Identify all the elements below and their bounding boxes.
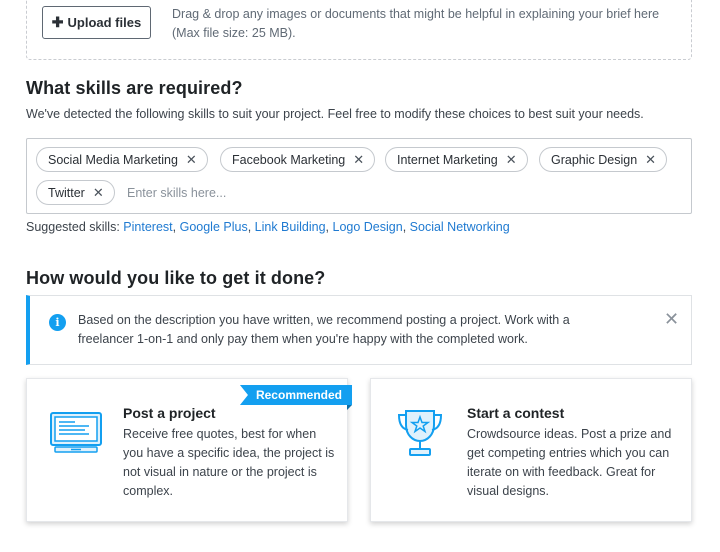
- remove-skill-icon[interactable]: ✕: [353, 153, 364, 166]
- monitor-icon: [50, 412, 102, 453]
- info-text: Based on the description you have writte…: [78, 313, 570, 346]
- trophy-icon: [397, 410, 443, 456]
- suggested-skill-link[interactable]: Social Networking: [410, 220, 510, 234]
- upload-hint: Drag & drop any images or documents that…: [172, 7, 660, 40]
- suggested-skills-label: Suggested skills:: [26, 220, 120, 234]
- skill-chip: Social Media Marketing ✕: [36, 147, 208, 172]
- suggested-skills: Suggested skills: Pinterest, Google Plus…: [26, 220, 510, 234]
- suggested-skill-link[interactable]: Logo Design: [333, 220, 403, 234]
- recommended-badge: Recommended: [239, 385, 352, 405]
- recommendation-info-box: i Based on the description you have writ…: [26, 295, 692, 365]
- plus-icon: ✚: [51, 14, 64, 30]
- skills-subtext: We've detected the following skills to s…: [26, 107, 644, 121]
- post-project-card[interactable]: Recommended Post a project Receive free …: [26, 378, 352, 522]
- skill-chip-label: Internet Marketing: [397, 152, 498, 167]
- skill-chip-label: Facebook Marketing: [232, 152, 346, 167]
- skill-chip: Graphic Design ✕: [539, 147, 668, 172]
- suggested-skill-link[interactable]: Pinterest: [123, 220, 172, 234]
- skills-input-box[interactable]: Social Media Marketing ✕ Facebook Market…: [26, 138, 692, 214]
- ribbon-fold: [347, 405, 352, 410]
- card-title: Post a project: [123, 405, 216, 421]
- remove-skill-icon[interactable]: ✕: [93, 186, 104, 199]
- skills-heading: What skills are required?: [26, 78, 243, 98]
- start-contest-card[interactable]: Start a contest Crowdsource ideas. Post …: [370, 378, 692, 522]
- remove-skill-icon[interactable]: ✕: [645, 153, 656, 166]
- skill-chip: Facebook Marketing ✕: [220, 147, 376, 172]
- skill-search-input[interactable]: [125, 183, 425, 203]
- card-description: Receive free quotes, best for when you h…: [123, 427, 335, 498]
- remove-skill-icon[interactable]: ✕: [506, 153, 517, 166]
- skill-chip: Internet Marketing ✕: [385, 147, 528, 172]
- card-title: Start a contest: [467, 405, 565, 421]
- suggested-skill-link[interactable]: Link Building: [255, 220, 326, 234]
- skill-chip-label: Twitter: [48, 185, 85, 200]
- skill-chip-label: Social Media Marketing: [48, 152, 178, 167]
- upload-files-label: Upload files: [67, 15, 142, 30]
- close-icon[interactable]: ✕: [664, 310, 679, 328]
- remove-skill-icon[interactable]: ✕: [186, 153, 197, 166]
- suggested-skill-link[interactable]: Google Plus: [180, 220, 248, 234]
- card-description: Crowdsource ideas. Post a prize and get …: [467, 427, 672, 498]
- info-icon: i: [49, 314, 66, 331]
- skill-chip: Twitter ✕: [36, 180, 115, 205]
- skill-chip-label: Graphic Design: [551, 152, 638, 167]
- method-heading: How would you like to get it done?: [26, 268, 326, 288]
- upload-files-button[interactable]: ✚ Upload files: [42, 6, 151, 39]
